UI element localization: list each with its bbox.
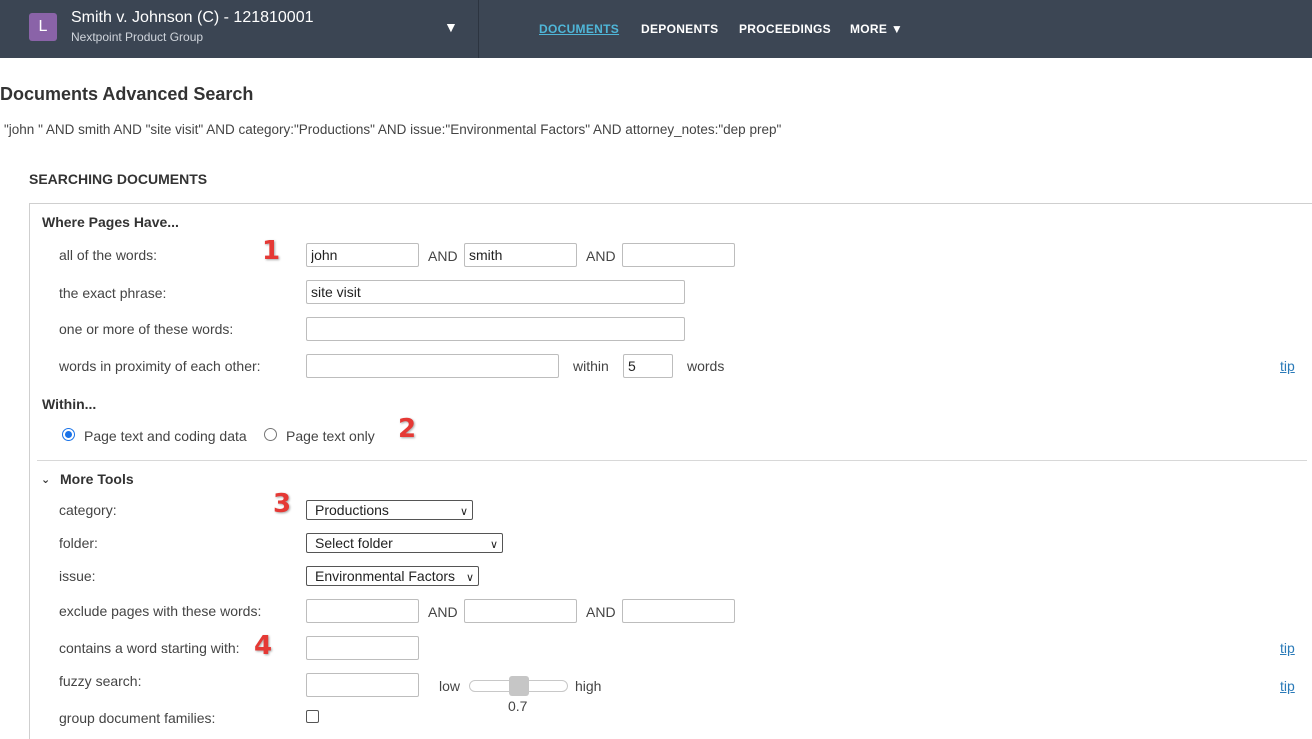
folder-select-value: Select folder bbox=[315, 535, 393, 551]
radio-label-page-text-only: Page text only bbox=[286, 428, 375, 444]
fuzzy-level-value: 0.7 bbox=[508, 698, 528, 714]
case-title: Smith v. Johnson (C) - 121810001 bbox=[71, 9, 314, 26]
one-or-more-label: one or more of these words: bbox=[59, 321, 234, 337]
nav-more[interactable]: MORE ▼ bbox=[850, 22, 903, 36]
fuzzy-slider-handle[interactable] bbox=[509, 676, 529, 696]
nav-deponents[interactable]: DEPONENTS bbox=[641, 22, 718, 36]
nav-proceedings[interactable]: PROCEEDINGS bbox=[739, 22, 831, 36]
one-or-more-input[interactable] bbox=[306, 317, 685, 341]
case-subtitle: Nextpoint Product Group bbox=[71, 30, 204, 44]
issue-select-value: Environmental Factors bbox=[315, 568, 456, 584]
chevron-down-icon[interactable]: ⌄ bbox=[41, 473, 50, 486]
radio-page-text-and-coding[interactable] bbox=[62, 428, 75, 441]
top-bar: L Smith v. Johnson (C) - 121810001 Nextp… bbox=[0, 0, 1312, 58]
folder-select[interactable]: Select folder ∨ bbox=[306, 533, 503, 553]
chevron-down-icon: ∨ bbox=[465, 572, 474, 584]
fuzzy-tip-link[interactable]: tip bbox=[1280, 678, 1295, 694]
starting-with-tip-link[interactable]: tip bbox=[1280, 640, 1295, 656]
category-select[interactable]: Productions ∨ bbox=[306, 500, 473, 520]
group-families-label: group document families: bbox=[59, 710, 216, 726]
issue-select[interactable]: Environmental Factors ∨ bbox=[306, 566, 479, 586]
radio-label-page-text-and-coding: Page text and coding data bbox=[84, 428, 247, 444]
all-words-input-3[interactable] bbox=[622, 243, 735, 267]
category-label: category: bbox=[59, 502, 117, 518]
all-words-input-1[interactable] bbox=[306, 243, 419, 267]
chevron-down-icon: ∨ bbox=[459, 506, 468, 518]
proximity-input[interactable] bbox=[306, 354, 559, 378]
workspace-logo: L bbox=[29, 13, 57, 41]
exclude-input-3[interactable] bbox=[622, 599, 735, 623]
group-families-checkbox[interactable] bbox=[306, 710, 319, 723]
annotation-1: 1 bbox=[262, 236, 281, 266]
section-divider bbox=[37, 460, 1307, 461]
page-title: Documents Advanced Search bbox=[0, 84, 254, 104]
annotation-2: 2 bbox=[398, 414, 417, 444]
and-label: AND bbox=[586, 604, 616, 620]
more-tools-toggle[interactable]: More Tools bbox=[60, 471, 134, 487]
starting-with-input[interactable] bbox=[306, 636, 419, 660]
category-select-value: Productions bbox=[315, 502, 389, 518]
within-heading: Within... bbox=[42, 396, 97, 412]
exact-phrase-label: the exact phrase: bbox=[59, 285, 167, 301]
starting-with-label: contains a word starting with: bbox=[59, 640, 240, 656]
exclude-label: exclude pages with these words: bbox=[59, 603, 262, 619]
fuzzy-input[interactable] bbox=[306, 673, 419, 697]
within-label: within bbox=[573, 358, 609, 374]
all-words-input-2[interactable] bbox=[464, 243, 577, 267]
case-selector[interactable]: L Smith v. Johnson (C) - 121810001 Nextp… bbox=[0, 0, 479, 58]
nav-documents[interactable]: DOCUMENTS bbox=[539, 22, 619, 36]
annotation-3: 3 bbox=[273, 489, 292, 519]
exclude-input-1[interactable] bbox=[306, 599, 419, 623]
exact-phrase-input[interactable] bbox=[306, 280, 685, 304]
fuzzy-high-label: high bbox=[575, 678, 602, 694]
proximity-tip-link[interactable]: tip bbox=[1280, 358, 1295, 374]
section-heading: SEARCHING DOCUMENTS bbox=[29, 171, 208, 187]
issue-label: issue: bbox=[59, 568, 96, 584]
chevron-down-icon: ∨ bbox=[489, 539, 498, 551]
fuzzy-low-label: low bbox=[439, 678, 461, 694]
words-label: words bbox=[687, 358, 725, 374]
all-words-label: all of the words: bbox=[59, 247, 158, 263]
and-label: AND bbox=[428, 604, 458, 620]
radio-page-text-only[interactable] bbox=[264, 428, 277, 441]
and-label: AND bbox=[428, 248, 458, 264]
within-words-input[interactable] bbox=[623, 354, 673, 378]
search-query-string: "john " AND smith AND "site visit" AND c… bbox=[4, 122, 782, 137]
annotation-4: 4 bbox=[254, 631, 273, 661]
exclude-input-2[interactable] bbox=[464, 599, 577, 623]
where-pages-heading: Where Pages Have... bbox=[42, 214, 179, 230]
case-dropdown-icon[interactable]: ▼ bbox=[444, 19, 458, 35]
proximity-label: words in proximity of each other: bbox=[59, 358, 261, 374]
and-label: AND bbox=[586, 248, 616, 264]
folder-label: folder: bbox=[59, 535, 98, 551]
fuzzy-label: fuzzy search: bbox=[59, 673, 142, 689]
